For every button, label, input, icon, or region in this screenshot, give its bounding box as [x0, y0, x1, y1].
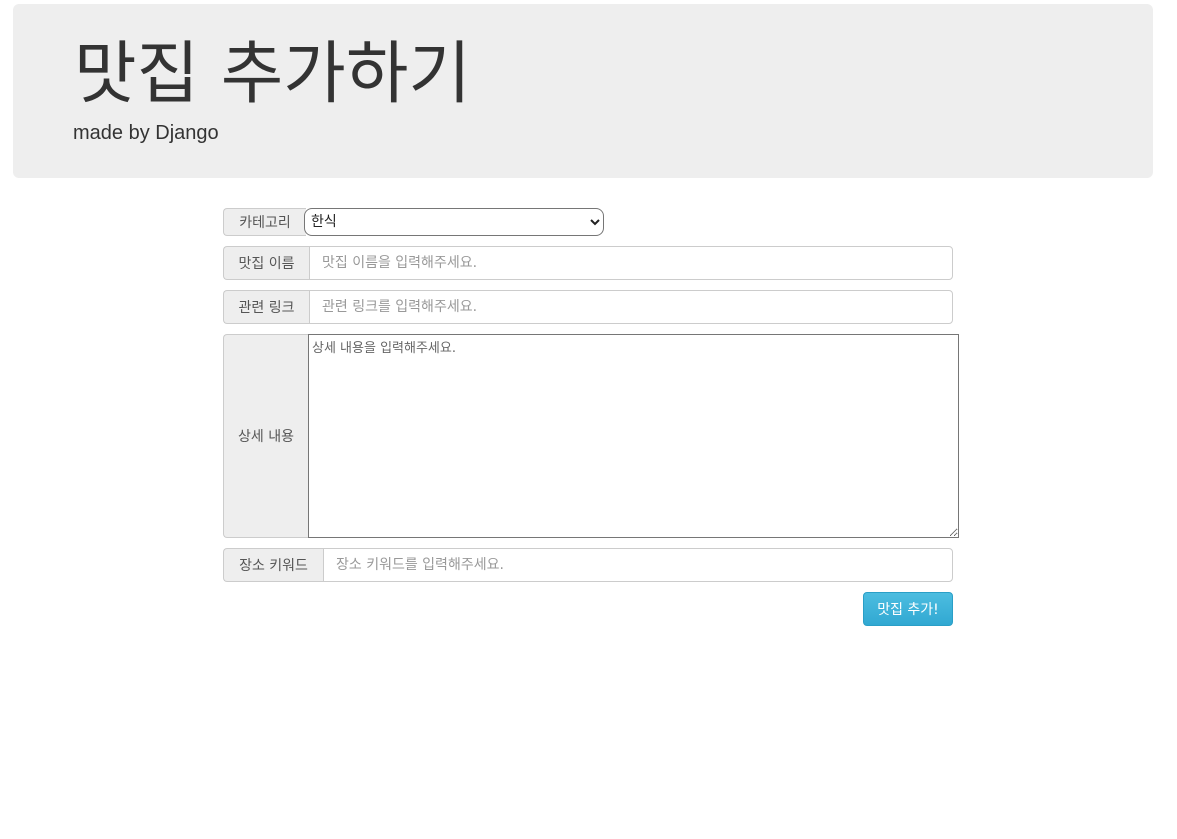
detail-label: 상세 내용 [223, 334, 308, 538]
name-row: 맛집 이름 [223, 246, 953, 280]
page-title: 맛집 추가하기 [74, 35, 471, 114]
category-select[interactable]: 한식 [304, 208, 604, 236]
header-jumbotron: 맛집 추가하기 made by Django [13, 4, 1153, 178]
page-subtitle: made by Django [73, 122, 219, 144]
keyword-label: 장소 키워드 [223, 548, 323, 582]
name-input[interactable] [309, 246, 953, 280]
category-label: 카테고리 [223, 208, 306, 236]
link-label: 관련 링크 [223, 290, 309, 324]
link-input[interactable] [309, 290, 953, 324]
keyword-input[interactable] [323, 548, 953, 582]
keyword-row: 장소 키워드 [223, 548, 953, 582]
add-restaurant-button[interactable]: 맛집 추가! [863, 592, 953, 626]
name-label: 맛집 이름 [223, 246, 309, 280]
detail-row: 상세 내용 [223, 334, 959, 538]
link-row: 관련 링크 [223, 290, 953, 324]
category-row: 카테고리 한식 [223, 208, 604, 236]
detail-textarea[interactable] [308, 334, 959, 538]
